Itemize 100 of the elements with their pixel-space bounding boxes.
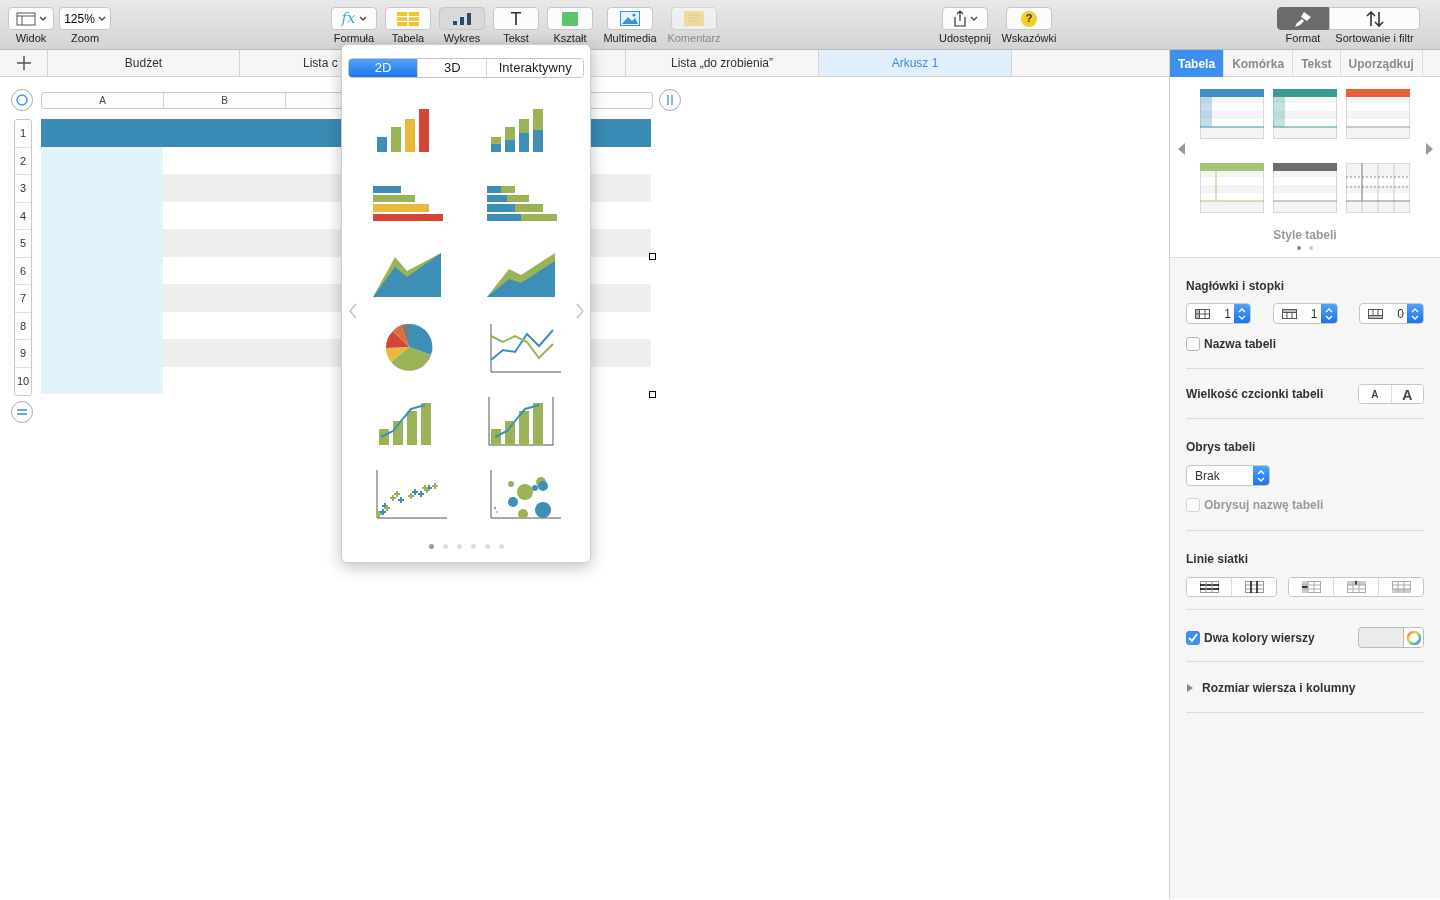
column-header[interactable]: A: [42, 93, 164, 108]
chevron-left-icon[interactable]: [349, 303, 357, 319]
table-style-thumbnail[interactable]: [1273, 163, 1337, 213]
zoom-button[interactable]: 125%: [59, 7, 111, 30]
stepper-arrows-icon[interactable]: [1411, 307, 1419, 320]
page-dot[interactable]: [428, 544, 434, 549]
table-rows-icon: [1281, 308, 1297, 319]
column-header[interactable]: B: [164, 93, 286, 108]
add-icon[interactable]: [16, 56, 31, 70]
table-style-thumbnail[interactable]: [1200, 163, 1264, 213]
row-number[interactable]: 8: [15, 312, 31, 340]
color-wheel-icon: [1406, 630, 1421, 645]
select-table-button[interactable]: [11, 89, 33, 111]
chart-button[interactable]: [439, 7, 485, 30]
vertical-lines-icon[interactable]: [1244, 581, 1264, 593]
checkbox-label: Obrysuj nazwę tabeli: [1204, 497, 1324, 514]
row-number[interactable]: 5: [15, 230, 31, 258]
table-rows-icon: [1368, 308, 1383, 319]
checkbox[interactable]: [1186, 630, 1200, 645]
outline-select[interactable]: Brak: [1186, 465, 1270, 486]
page-dot[interactable]: [484, 544, 490, 549]
arrow-right-icon[interactable]: [1425, 143, 1433, 155]
tips-button[interactable]: ?: [1006, 7, 1052, 30]
row-number[interactable]: 2: [15, 147, 31, 175]
row-number[interactable]: 3: [15, 175, 31, 203]
sort-button[interactable]: [1329, 7, 1420, 30]
stepper-arrows-icon[interactable]: [1324, 307, 1333, 320]
row-number[interactable]: 10: [15, 367, 31, 395]
sort-arrows-icon: [1365, 10, 1384, 27]
page-dot[interactable]: [498, 544, 504, 549]
section-title: Rozmiar wiersza i kolumny: [1202, 680, 1356, 697]
section-title: Wielkość czcionki tabeli: [1186, 386, 1324, 403]
function-icon: fx: [341, 11, 356, 26]
caret-icon: [38, 15, 47, 22]
chevron-right-icon[interactable]: [576, 303, 584, 319]
toolbar-label: Udostępnij: [939, 32, 991, 44]
disclosure-triangle-icon[interactable]: [1186, 684, 1194, 692]
row-number[interactable]: 1: [15, 120, 31, 148]
equals-icon[interactable]: [16, 406, 28, 418]
header-column-lines-icon[interactable]: [1301, 581, 1321, 593]
select-arrows-icon: [1257, 469, 1265, 482]
arrow-left-icon[interactable]: [1178, 143, 1186, 155]
stepper-field[interactable]: 1: [1186, 303, 1251, 324]
text-icon: T: [510, 9, 522, 28]
square-icon: [562, 11, 578, 26]
help-icon: ?: [1021, 10, 1037, 27]
toolbar-label: Format: [1285, 32, 1321, 44]
toolbar-label: Komentarz: [667, 32, 721, 44]
header-row-lines-icon[interactable]: [1346, 581, 1366, 593]
stepper-field[interactable]: 0: [1359, 303, 1424, 324]
bar-chart-icon: [453, 12, 471, 25]
toolbar-label: Sortowanie i filtr: [1335, 32, 1414, 44]
section-title: Obrys tabeli: [1186, 439, 1257, 456]
toolbar-label: Multimedia: [603, 32, 657, 44]
image-icon: [620, 11, 640, 26]
shape-button[interactable]: [547, 7, 593, 30]
table-icon: [397, 11, 419, 26]
table-style-thumbnail[interactable]: [1200, 89, 1264, 139]
page-dot[interactable]: [442, 544, 448, 549]
caret-icon: [358, 15, 367, 22]
table-rows-icon: [1195, 308, 1210, 319]
section-label: Style tabeli: [1272, 228, 1338, 242]
media-button[interactable]: [607, 7, 653, 30]
view-button[interactable]: [8, 7, 54, 30]
text-button[interactable]: T: [493, 7, 539, 30]
table-style-thumbnail[interactable]: [1346, 163, 1410, 213]
page-dot[interactable]: [456, 544, 462, 549]
add-column-button[interactable]: [659, 89, 681, 111]
note-icon: [684, 11, 704, 26]
table-style-thumbnail[interactable]: [1346, 89, 1410, 139]
row-number[interactable]: 4: [15, 202, 31, 230]
page-dot[interactable]: [1297, 246, 1301, 250]
page-dot[interactable]: [1309, 246, 1313, 250]
toolbar-label: Widok: [15, 32, 47, 44]
sheet-tab[interactable]: Budżet: [48, 50, 240, 76]
checkbox-label: Nazwa tabeli: [1204, 336, 1277, 353]
row-number[interactable]: 7: [15, 285, 31, 313]
resize-handle[interactable]: [649, 391, 656, 398]
row-number[interactable]: 6: [15, 257, 31, 285]
toolbar-label: Kształt: [553, 32, 587, 44]
footer-lines-icon[interactable]: [1391, 581, 1411, 593]
horizontal-lines-icon[interactable]: [1199, 581, 1219, 593]
pause-bars-icon[interactable]: [664, 94, 676, 106]
table-style-thumbnail[interactable]: [1273, 89, 1337, 139]
color-well[interactable]: [1358, 627, 1424, 648]
stepper-arrows-icon[interactable]: [1238, 307, 1246, 320]
format-button[interactable]: [1277, 7, 1329, 30]
checkbox[interactable]: [1186, 337, 1200, 351]
caret-icon: [969, 15, 978, 22]
resize-handle[interactable]: [649, 253, 656, 260]
row-number[interactable]: 9: [15, 340, 31, 368]
decrease-font-button[interactable]: A: [1359, 385, 1392, 403]
section-title: Nagłówki i stopki: [1186, 278, 1285, 295]
stepper-field[interactable]: 1: [1272, 303, 1338, 324]
toolbar-label: Tabela: [391, 32, 425, 44]
table-button[interactable]: [385, 7, 431, 30]
circle-icon[interactable]: [16, 94, 28, 106]
share-button[interactable]: [942, 7, 988, 30]
page-dot[interactable]: [470, 544, 476, 549]
add-row-button[interactable]: [11, 401, 33, 423]
